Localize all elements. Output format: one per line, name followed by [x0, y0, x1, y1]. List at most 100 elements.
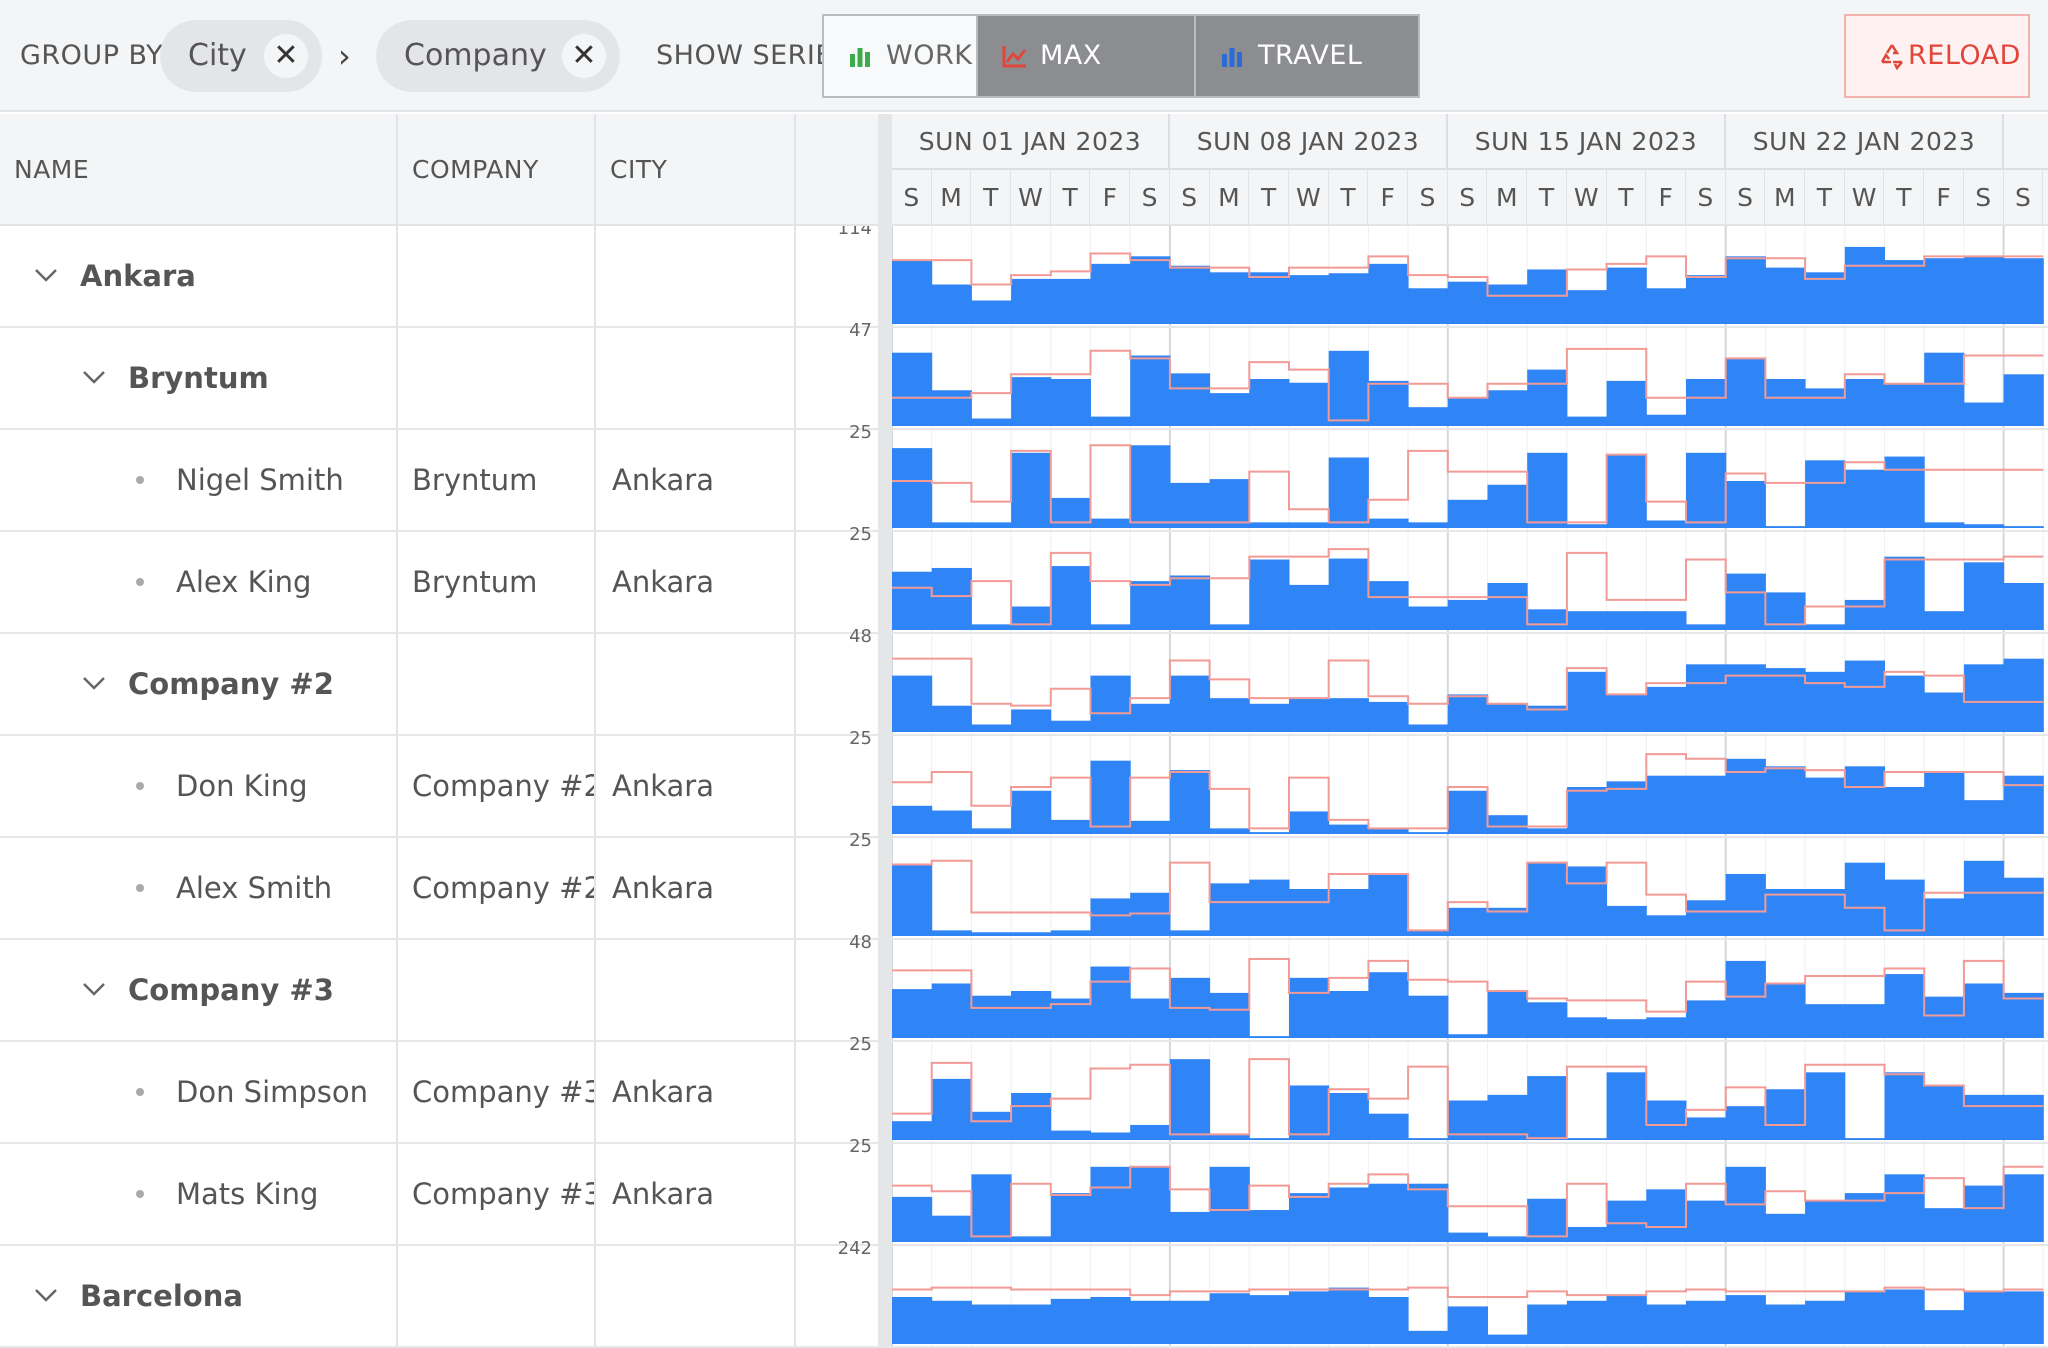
work-bar [1328, 991, 1369, 1038]
grid-body: Ankara 114 Bryntum 47 Nigel Smith Bryntu… [0, 226, 878, 1348]
column-header-company[interactable]: COMPANY [398, 114, 594, 226]
work-bar [892, 864, 933, 936]
week-header [2004, 114, 2048, 170]
work-bar [1011, 709, 1052, 732]
work-bar [1209, 393, 1250, 426]
work-bar [1646, 414, 1687, 426]
work-bar [1130, 998, 1171, 1038]
histogram-scale: 25 [800, 1034, 878, 1142]
work-bar [1805, 460, 1846, 528]
reload-button[interactable]: RELOAD [1844, 14, 2030, 98]
resource-row[interactable]: Don Simpson Company #3 Ankara 25 [0, 1034, 878, 1144]
resource-row[interactable]: Alex King Bryntum Ankara 25 [0, 524, 878, 634]
work-bar [971, 995, 1012, 1038]
close-icon[interactable]: ✕ [562, 34, 606, 78]
work-bar [892, 675, 933, 732]
column-header-city[interactable]: CITY [596, 114, 794, 226]
work-bar [1209, 272, 1250, 324]
resource-city: Ankara [612, 1075, 714, 1109]
work-bar [1725, 256, 1766, 324]
bullet-icon [136, 1088, 144, 1096]
group-row[interactable]: Ankara 114 [0, 226, 878, 328]
work-bar [1527, 452, 1568, 528]
series-button-travel-time[interactable]: TRAVEL TIME [1194, 14, 1420, 151]
resource-city: Ankara [612, 565, 714, 599]
series-button-max-work[interactable]: MAX WORK [976, 14, 1196, 151]
resource-row[interactable]: Alex Smith Company #2 Ankara 25 [0, 830, 878, 940]
work-bar [1328, 457, 1369, 528]
work-bar [1328, 824, 1369, 834]
work-bar [1725, 1295, 1766, 1344]
column-divider [396, 226, 398, 1348]
histogram-row [892, 1058, 2048, 1144]
work-bar [1686, 379, 1727, 426]
histogram-row [892, 444, 2048, 532]
work-bar [1487, 815, 1528, 834]
work-bar [1963, 800, 2005, 834]
work-bar [971, 1111, 1012, 1140]
work-bar [1328, 889, 1369, 936]
work-bar [1408, 407, 1449, 426]
work-bar [1090, 760, 1131, 834]
work-bar [1328, 558, 1369, 630]
group-row[interactable]: Bryntum 47 [0, 320, 878, 430]
work-bar [1090, 966, 1131, 1038]
column-header-name[interactable]: NAME [0, 114, 396, 226]
group-row[interactable]: Company #2 48 [0, 626, 878, 736]
work-bar [1844, 246, 1885, 324]
grid-splitter[interactable] [878, 114, 892, 1348]
work-bar [1090, 624, 1131, 630]
work-bar [1447, 1034, 1488, 1038]
work-bar [1169, 675, 1211, 732]
work-bar [1368, 1113, 1409, 1140]
work-bar [1924, 1208, 1965, 1242]
group-chip-label: City [188, 38, 247, 73]
bar-chart-icon [850, 48, 870, 67]
resource-name: Don King [176, 769, 308, 803]
work-bar [1765, 1213, 1806, 1242]
work-bar [1924, 692, 1965, 732]
resource-row[interactable]: Nigel Smith Bryntum Ankara 25 [0, 422, 878, 532]
resource-company: Company #2 [412, 871, 594, 905]
day-header: S [1130, 170, 1170, 224]
work-bar [1725, 758, 1766, 834]
work-bar [1924, 771, 1965, 834]
histogram-scale: 47 [800, 320, 878, 428]
work-bar [2003, 1174, 2044, 1242]
work-bar [1328, 698, 1369, 732]
work-bar [1209, 992, 1250, 1038]
work-bar [1011, 1304, 1052, 1344]
chevron-down-icon[interactable] [80, 634, 108, 734]
histogram-row [892, 347, 2048, 430]
chevron-down-icon[interactable] [80, 328, 108, 428]
chevron-down-icon[interactable] [32, 226, 60, 326]
work-bar [1050, 1298, 1091, 1344]
series-button-work[interactable]: WORK [822, 14, 978, 98]
chevron-down-icon[interactable] [80, 940, 108, 1040]
group-row[interactable]: Company #3 48 [0, 932, 878, 1042]
work-bar [1408, 522, 1449, 528]
reload-label: RELOAD [1908, 40, 2021, 71]
work-bar [1487, 703, 1528, 732]
work-bar [1924, 522, 1965, 528]
resource-name: Don Simpson [176, 1075, 369, 1109]
work-bar [1527, 369, 1568, 426]
resource-row[interactable]: Don King Company #2 Ankara 25 [0, 728, 878, 838]
day-header: M [1488, 170, 1528, 224]
scale-max-label: 25 [849, 830, 872, 851]
group-name: Ankara [80, 259, 196, 293]
group-name: Company #3 [128, 973, 334, 1007]
group-chip-company[interactable]: Company ✕ [376, 20, 620, 92]
group-chip-city[interactable]: City ✕ [160, 20, 322, 92]
resource-row[interactable]: Mats King Company #3 Ankara 25 [0, 1136, 878, 1246]
work-bar [971, 1304, 1012, 1344]
group-row[interactable]: Barcelona 242 [0, 1238, 878, 1348]
chevron-down-icon[interactable] [32, 1246, 60, 1346]
work-bar [1884, 787, 1925, 834]
close-icon[interactable]: ✕ [264, 34, 308, 78]
work-bar [1169, 930, 1211, 936]
work-bar [892, 1121, 933, 1140]
histogram-scale: 114 [800, 226, 878, 326]
work-bar [1527, 828, 1568, 834]
work-bar [1646, 775, 1687, 834]
